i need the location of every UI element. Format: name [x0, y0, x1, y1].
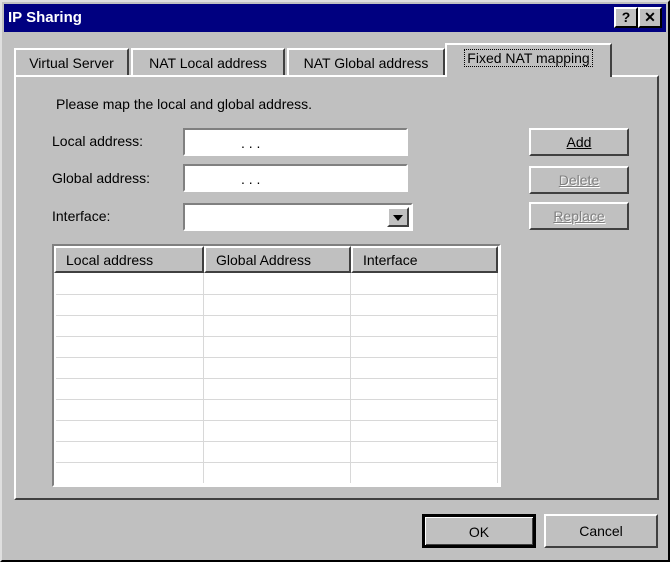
- table-row: [56, 441, 497, 442]
- window-title: IP Sharing: [8, 9, 82, 26]
- tab-virtual-server[interactable]: Virtual Server: [14, 48, 129, 76]
- table-row: [56, 420, 497, 421]
- add-button[interactable]: Add: [529, 128, 629, 156]
- column-header-local-address[interactable]: Local address: [54, 246, 204, 273]
- chevron-down-icon: [393, 215, 403, 221]
- tab-fixed-nat-mapping[interactable]: Fixed NAT mapping: [445, 43, 612, 77]
- local-address-value: . . .: [241, 135, 261, 151]
- delete-button[interactable]: Delete: [529, 166, 629, 194]
- delete-button-label: Delete: [558, 172, 600, 188]
- table-row: [56, 357, 497, 358]
- table-row: [56, 378, 497, 379]
- column-divider: [497, 273, 498, 483]
- tab-label: NAT Local address: [149, 55, 267, 71]
- column-header-interface[interactable]: Interface: [351, 246, 498, 273]
- global-address-field[interactable]: . . .: [183, 164, 408, 192]
- tab-label: NAT Global address: [303, 55, 429, 71]
- replace-button[interactable]: Replace: [529, 202, 629, 230]
- replace-button-label: Replace: [553, 208, 605, 224]
- help-button[interactable]: ?: [614, 7, 638, 28]
- table-row: [56, 399, 497, 400]
- instruction-text: Please map the local and global address.: [56, 96, 313, 112]
- table-row: [56, 336, 497, 337]
- global-address-label: Global address:: [52, 170, 151, 186]
- dropdown-arrow-button[interactable]: [387, 207, 409, 227]
- tab-nat-local-address[interactable]: NAT Local address: [131, 48, 285, 76]
- local-address-label: Local address:: [52, 133, 144, 149]
- add-button-label: Add: [566, 134, 592, 150]
- interface-label: Interface:: [52, 208, 111, 224]
- local-address-field[interactable]: . . .: [183, 128, 408, 156]
- table-row: [56, 294, 497, 295]
- tab-label: Fixed NAT mapping: [464, 49, 593, 67]
- ok-button[interactable]: OK: [422, 514, 536, 548]
- tab-label: Virtual Server: [29, 55, 114, 71]
- close-button[interactable]: ✕: [638, 7, 662, 28]
- column-header-global-address[interactable]: Global Address: [204, 246, 351, 273]
- mapping-table[interactable]: Local address Global Address Interface: [52, 244, 501, 487]
- title-bar[interactable]: IP Sharing ? ✕: [4, 4, 666, 32]
- interface-select[interactable]: [183, 203, 413, 231]
- table-row: [56, 315, 497, 316]
- ip-sharing-dialog: IP Sharing ? ✕ Virtual Server NAT Local …: [0, 0, 670, 562]
- global-address-value: . . .: [241, 171, 261, 187]
- table-row: [56, 462, 497, 463]
- cancel-button[interactable]: Cancel: [544, 514, 658, 548]
- tab-nat-global-address[interactable]: NAT Global address: [287, 48, 445, 76]
